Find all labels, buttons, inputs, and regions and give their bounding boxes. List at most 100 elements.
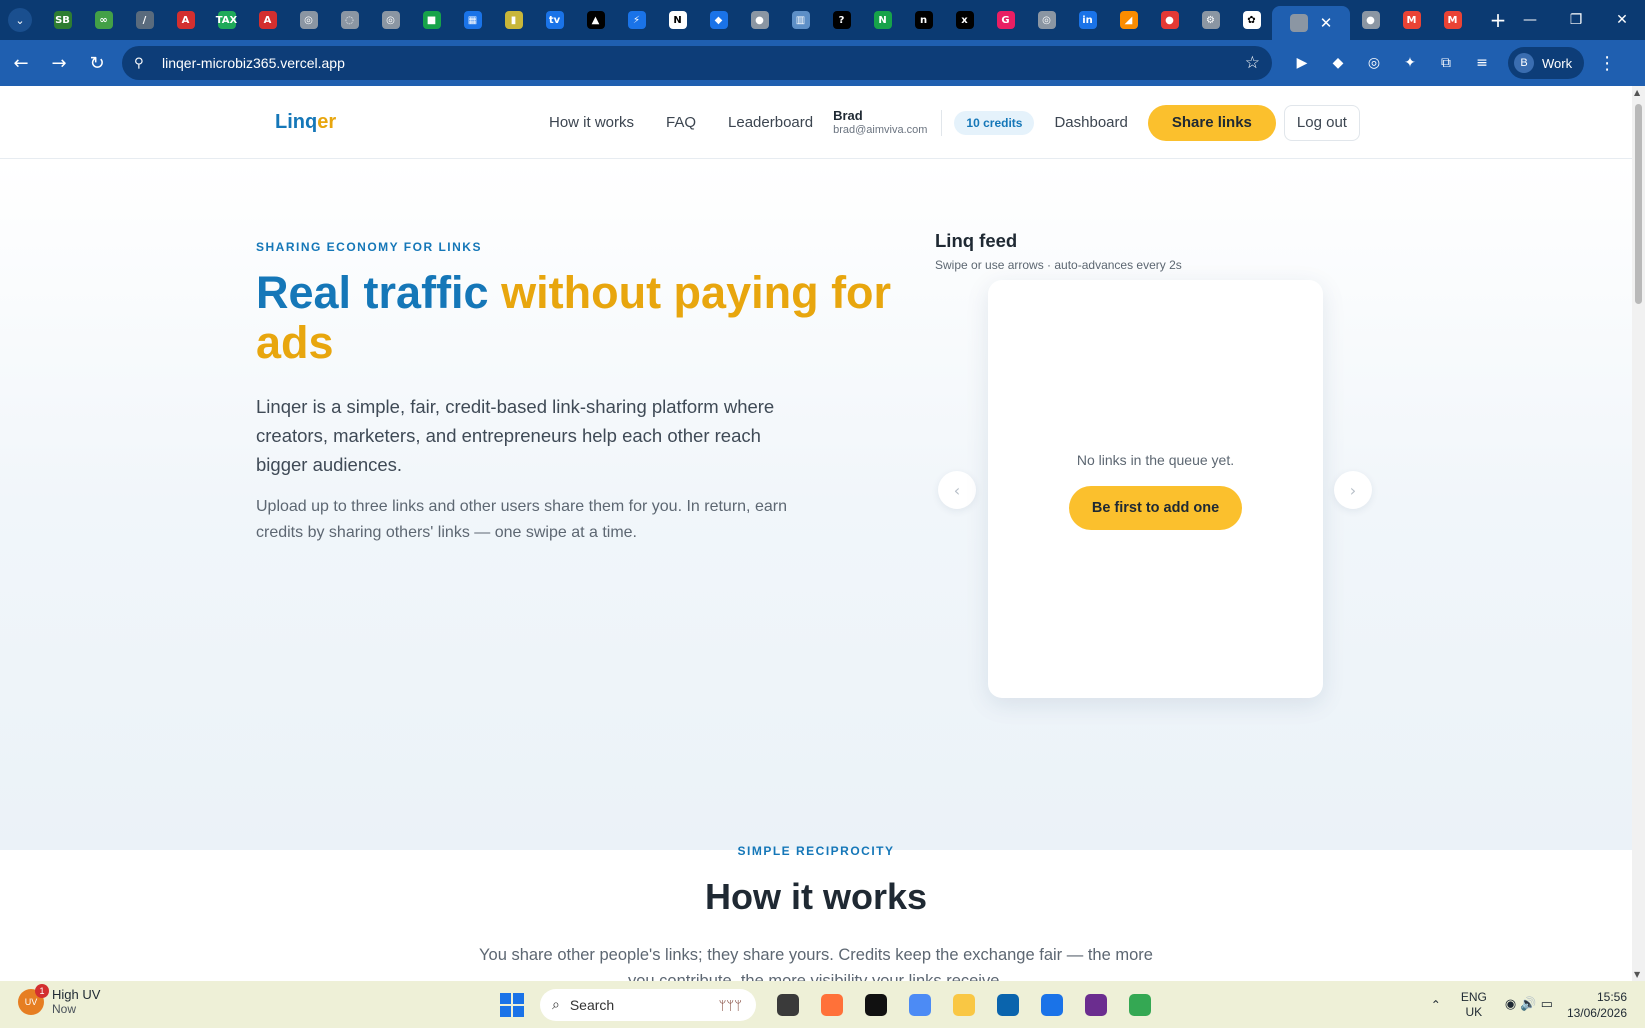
close-window-button[interactable]: ✕ (1599, 0, 1645, 40)
tab-favicon: / (135, 11, 154, 29)
reload-button[interactable]: ↻ (80, 46, 114, 80)
close-tab-icon[interactable]: ✕ (1320, 14, 1333, 32)
browser-tab[interactable]: ◎ (288, 4, 329, 36)
nav-dashboard[interactable]: Dashboard (1054, 114, 1127, 131)
browser-tab[interactable]: ◎ (1026, 4, 1067, 36)
restore-button[interactable]: ❐ (1553, 0, 1599, 40)
hero-sub: Upload up to three links and other users… (256, 498, 787, 541)
app-icon[interactable] (1074, 987, 1118, 1023)
firefox-icon[interactable] (810, 987, 854, 1023)
forward-button[interactable]: → (42, 46, 76, 80)
browser-tab[interactable]: ● (1149, 4, 1190, 36)
browser-tab[interactable]: ● (1350, 4, 1391, 36)
browser-tab[interactable]: ▦ (452, 4, 493, 36)
browser-tab[interactable]: n (903, 4, 944, 36)
file-explorer-icon[interactable] (942, 987, 986, 1023)
browser-tab[interactable]: ⚙ (1190, 4, 1231, 36)
feed-prev-button[interactable]: ‹ (938, 471, 976, 509)
tab-search-menu-button[interactable]: ⌄ (8, 8, 32, 32)
active-browser-tab[interactable]: ✕ (1272, 6, 1350, 40)
task-view-icon[interactable] (766, 987, 810, 1023)
scroll-down-icon[interactable]: ▼ (1634, 970, 1640, 979)
browser-tab[interactable]: ◆ (698, 4, 739, 36)
user-name: Brad (833, 107, 863, 123)
nav-leaderboard[interactable]: Leaderboard (728, 114, 813, 131)
logo-part-2: er (317, 110, 337, 133)
window-controls: — ❐ ✕ (1507, 0, 1645, 40)
taskbar-search[interactable]: ⌕ Search ᛘᛘᛘ (540, 989, 756, 1021)
windows-taskbar: UV 1 High UV Now ⌕ Search ᛘᛘᛘ ⌃ ENG UK ◉… (0, 981, 1645, 1028)
log-out-button[interactable]: Log out (1283, 104, 1360, 141)
browser-tab[interactable]: / (124, 4, 165, 36)
browser-tab[interactable]: N (862, 4, 903, 36)
extension-icon[interactable]: ⧉ (1428, 48, 1464, 78)
browser-tab[interactable]: ⚡ (616, 4, 657, 36)
share-links-button[interactable]: Share links (1147, 104, 1276, 141)
minimize-button[interactable]: — (1507, 0, 1553, 40)
windows-start-icon[interactable] (500, 993, 524, 1017)
site-logo[interactable]: Linqer (275, 111, 336, 134)
browser-tab[interactable]: M (1432, 4, 1473, 36)
browser-tab[interactable]: ● (739, 4, 780, 36)
browser-tab[interactable]: ✿ (1231, 4, 1272, 36)
browser-tab[interactable]: ∞ (83, 4, 124, 36)
tab-favicon: x (955, 11, 974, 29)
extension-icon[interactable]: ◆ (1320, 48, 1356, 78)
browser-menu-icon[interactable]: ⋮ (1598, 53, 1616, 74)
browser-tab[interactable]: ◎ (370, 4, 411, 36)
tray-overflow-icon[interactable]: ⌃ (1431, 998, 1441, 1012)
network-volume-battery-icons[interactable]: ◉ 🔊 ▭ (1505, 997, 1553, 1012)
browser-tab[interactable]: ? (821, 4, 862, 36)
feed-next-button[interactable]: › (1334, 471, 1372, 509)
browser-tab[interactable]: SB (42, 4, 83, 36)
clock[interactable]: 15:56 13/06/2026 (1567, 989, 1627, 1021)
shield-icon: ◆ (709, 11, 728, 29)
url-text[interactable]: linqer-microbiz365.vercel.app (162, 55, 1245, 71)
chrome-icon[interactable] (1118, 987, 1162, 1023)
pdf-icon: A (258, 11, 277, 29)
page-scrollbar[interactable]: ▲ ▼ (1632, 86, 1645, 981)
browser-tab[interactable]: ■ (411, 4, 452, 36)
language-line-2: UK (1465, 1004, 1483, 1019)
add-first-link-button[interactable]: Be first to add one (1069, 486, 1242, 530)
site-header: Linqer How it works FAQ Leaderboard Brad… (0, 86, 1632, 159)
browser-tab[interactable]: A (247, 4, 288, 36)
clock-time: 15:56 (1596, 989, 1627, 1004)
browser-tab[interactable]: TAX (206, 4, 247, 36)
browser-tab[interactable]: ▮ (493, 4, 534, 36)
browser-tab[interactable]: ▥ (780, 4, 821, 36)
browser-tab[interactable]: ▲ (575, 4, 616, 36)
apps-grid-icon[interactable] (1030, 987, 1074, 1023)
scrollbar-thumb[interactable] (1635, 104, 1642, 304)
profile-button[interactable]: B Work (1508, 47, 1585, 79)
nav-how-it-works[interactable]: How it works (549, 114, 634, 131)
browser-tab[interactable]: in (1067, 4, 1108, 36)
weather-icon-text: UV (24, 997, 38, 1007)
extension-icon[interactable]: ✦ (1392, 48, 1428, 78)
extension-icon[interactable]: ≡ (1464, 48, 1500, 78)
browser-tab[interactable]: ◌ (329, 4, 370, 36)
system-tray: ⌃ ENG UK ◉ 🔊 ▭ 15:56 13/06/2026 (1431, 981, 1645, 1028)
copilot-icon[interactable] (898, 987, 942, 1023)
browser-tab[interactable]: x (944, 4, 985, 36)
browser-tab[interactable]: N (657, 4, 698, 36)
nav-faq[interactable]: FAQ (666, 114, 696, 131)
tab-favicon: ∞ (94, 11, 113, 29)
language-indicator[interactable]: ENG UK (1461, 990, 1487, 1020)
extension-icon[interactable]: ◎ (1356, 48, 1392, 78)
bookmark-star-icon[interactable]: ☆ (1245, 53, 1260, 73)
browser-tab[interactable]: G (985, 4, 1026, 36)
back-button[interactable]: ← (4, 46, 38, 80)
search-icon: ⌕ (552, 997, 560, 1013)
extension-icon[interactable]: ▶ (1284, 48, 1320, 78)
browser-tab[interactable]: A (165, 4, 206, 36)
scroll-up-icon[interactable]: ▲ (1634, 88, 1640, 97)
app-icon[interactable] (854, 987, 898, 1023)
browser-tab[interactable]: M (1391, 4, 1432, 36)
weather-widget[interactable]: UV 1 High UV Now (18, 984, 100, 1017)
browser-tab[interactable]: ◢ (1108, 4, 1149, 36)
address-bar[interactable]: ⚲ linqer-microbiz365.vercel.app ☆ (122, 46, 1272, 80)
browser-tab[interactable]: tv (534, 4, 575, 36)
outlook-icon[interactable] (986, 987, 1030, 1023)
site-info-icon[interactable]: ⚲ (134, 56, 154, 71)
